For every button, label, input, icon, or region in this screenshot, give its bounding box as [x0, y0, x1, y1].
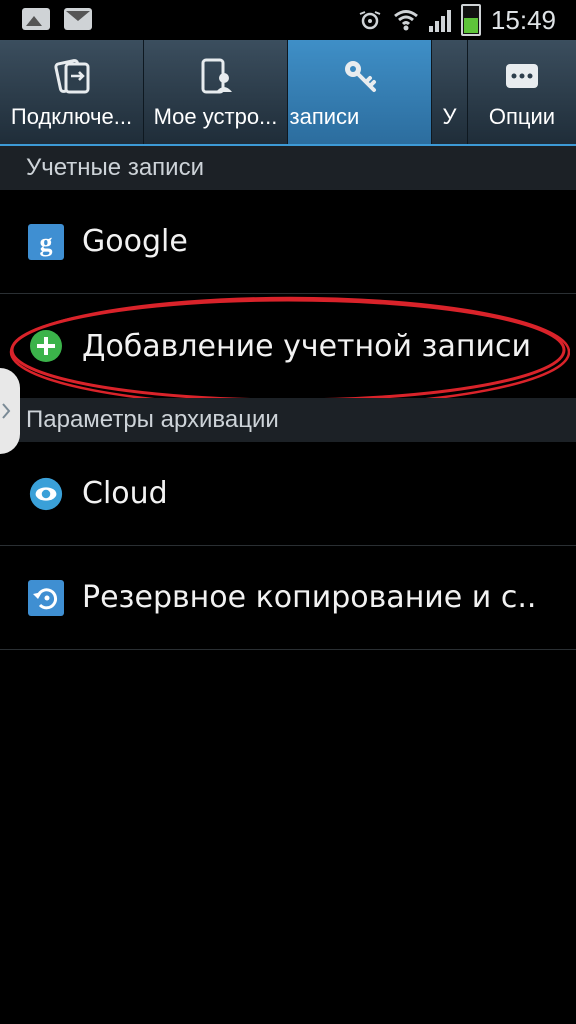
add-icon [28, 328, 64, 364]
tab-label: Мое устро... [153, 104, 278, 129]
section-header-backup: Параметры архивации [0, 398, 576, 442]
cloud-icon [28, 476, 64, 512]
tab-accounts[interactable]: записи [288, 40, 432, 144]
list-item-cloud[interactable]: Cloud [0, 442, 576, 546]
mail-notification-icon [64, 8, 92, 30]
tab-connections[interactable]: Подключе... [0, 40, 144, 144]
accounts-key-icon [338, 54, 382, 98]
tab-label: У [442, 104, 457, 129]
tab-options[interactable]: Опции [468, 40, 576, 144]
backup-restore-icon [28, 579, 64, 616]
side-panel-handle[interactable] [0, 368, 20, 454]
tab-partial[interactable]: У [432, 40, 468, 144]
list-item-google[interactable]: g Google [0, 190, 576, 294]
item-label: Google [82, 224, 188, 259]
wifi-icon [393, 10, 418, 31]
clock: 15:49 [490, 4, 556, 35]
chevron-right-icon [2, 403, 11, 419]
list-item-add-account[interactable]: Добавление учетной записи [0, 294, 576, 398]
item-label: Cloud [82, 476, 168, 511]
svg-text:g: g [40, 228, 53, 257]
connections-icon [50, 54, 94, 98]
section-header-accounts: Учетные записи [0, 146, 576, 190]
my-device-icon [194, 54, 238, 98]
item-label: Резервное копирование и с.. [82, 580, 537, 615]
signal-icon [428, 8, 451, 32]
status-bar: 15:49 [0, 0, 576, 40]
more-options-icon [500, 54, 544, 98]
tab-label: Подключе... [10, 104, 133, 129]
tab-label: записи [289, 104, 360, 129]
tab-label: Опции [488, 104, 556, 129]
settings-tab-bar: Подключе... Мое устро... записи У Опции [0, 40, 576, 147]
list-item-backup[interactable]: Резервное копирование и с.. [0, 546, 576, 650]
item-label: Добавление учетной записи [82, 328, 531, 364]
tab-my-device[interactable]: Мое устро... [144, 40, 288, 144]
gallery-notification-icon [22, 8, 50, 30]
google-icon: g [28, 223, 64, 260]
alarm-icon [359, 11, 381, 30]
battery-icon [460, 4, 481, 36]
